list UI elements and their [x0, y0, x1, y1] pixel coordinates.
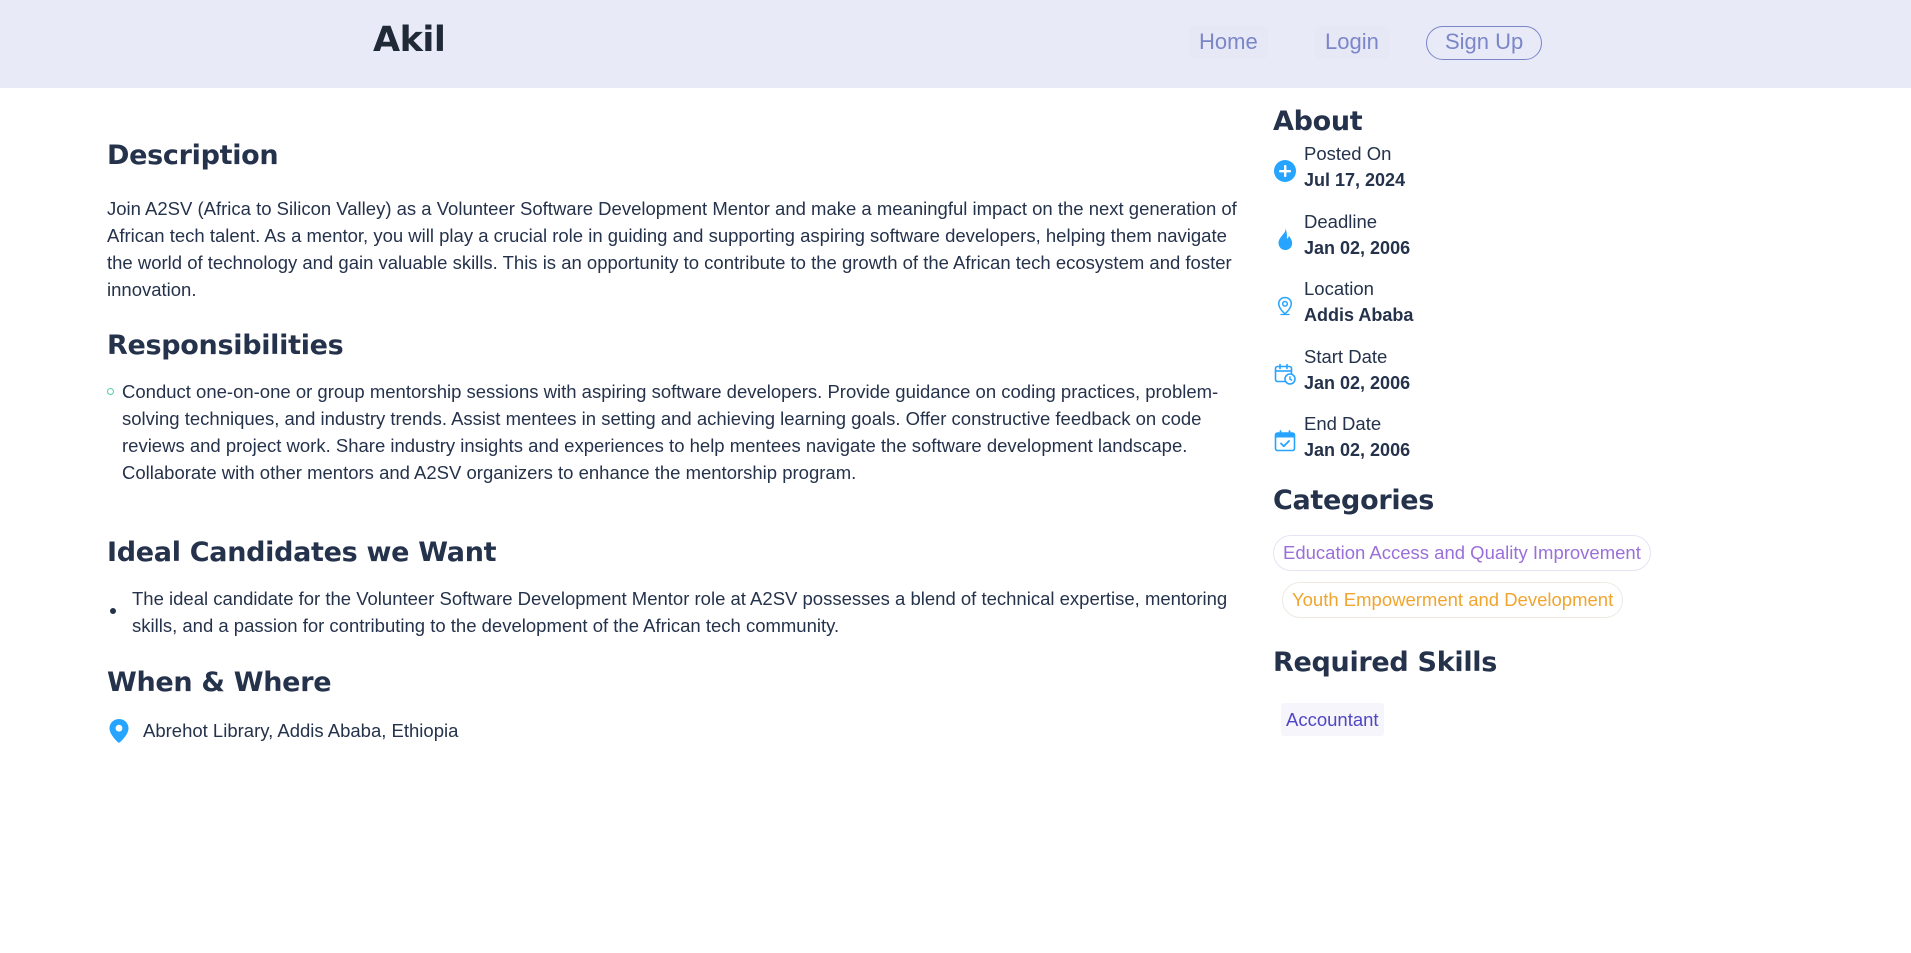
ideal-candidate-item: The ideal candidate for the Volunteer So…	[107, 585, 1237, 639]
bullet-dot-icon	[110, 608, 116, 614]
about-label: Deadline	[1304, 211, 1378, 232]
calendar-clock-icon	[1273, 362, 1297, 386]
calendar-check-icon	[1273, 429, 1297, 453]
nav-login-link[interactable]: Login	[1315, 25, 1389, 59]
check-circle-icon	[107, 388, 114, 395]
responsibility-text: Conduct one-on-one or group mentorship s…	[122, 381, 1219, 483]
about-label: Start Date	[1304, 346, 1388, 367]
location-pin-icon	[1273, 294, 1297, 318]
about-value: Jan 02, 2006	[1304, 440, 1411, 460]
ideal-candidates-heading: Ideal Candidates we Want	[107, 537, 497, 568]
about-posted-on: Posted On Jul 17, 2024	[1273, 143, 1573, 197]
nav-signup-button[interactable]: Sign Up	[1426, 26, 1543, 60]
category-tag[interactable]: Youth Empowerment and Development	[1282, 582, 1624, 618]
event-location-text: Abrehot Library, Addis Ababa, Ethiopia	[143, 720, 459, 741]
nav-home-link[interactable]: Home	[1189, 25, 1268, 59]
navbar: Akil Home Login Sign Up	[0, 0, 1911, 88]
about-end-date: End Date Jan 02, 2006	[1273, 413, 1573, 467]
fire-icon	[1273, 227, 1297, 251]
responsibilities-heading: Responsibilities	[107, 330, 344, 361]
skill-tag[interactable]: Accountant	[1281, 703, 1384, 736]
about-start-date: Start Date Jan 02, 2006	[1273, 346, 1573, 400]
brand-logo[interactable]: Akil	[373, 20, 446, 60]
location-pin-icon	[109, 719, 129, 748]
categories-heading: Categories	[1273, 485, 1435, 516]
required-skills-heading: Required Skills	[1273, 647, 1497, 678]
ideal-candidate-text: The ideal candidate for the Volunteer So…	[132, 588, 1228, 636]
about-value: Jan 02, 2006	[1304, 238, 1411, 258]
description-text: Join A2SV (Africa to Silicon Valley) as …	[107, 198, 1237, 300]
about-label: End Date	[1304, 413, 1382, 434]
plus-circle-icon	[1273, 159, 1297, 183]
about-value: Addis Ababa	[1304, 305, 1414, 325]
category-tag[interactable]: Education Access and Quality Improvement	[1273, 535, 1651, 571]
about-heading: About	[1273, 106, 1363, 137]
about-location: Location Addis Ababa	[1273, 278, 1573, 332]
description-heading: Description	[107, 140, 279, 171]
about-value: Jul 17, 2024	[1304, 170, 1406, 190]
about-deadline: Deadline Jan 02, 2006	[1273, 211, 1573, 265]
responsibility-item: Conduct one-on-one or group mentorship s…	[107, 378, 1237, 486]
about-value: Jan 02, 2006	[1304, 373, 1411, 393]
about-label: Location	[1304, 278, 1374, 299]
about-label: Posted On	[1304, 143, 1392, 164]
when-where-heading: When & Where	[107, 667, 332, 698]
